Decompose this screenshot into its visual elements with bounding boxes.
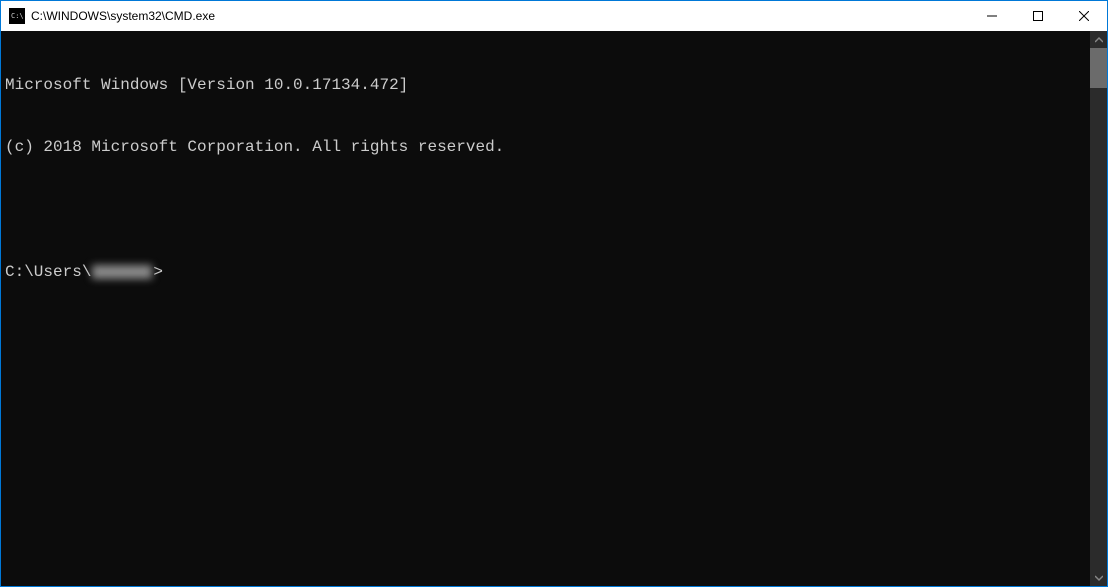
terminal-content[interactable]: Microsoft Windows [Version 10.0.17134.47… [1,31,1090,586]
terminal-empty-line [5,199,1086,220]
maximize-button[interactable] [1015,1,1061,31]
minimize-button[interactable] [969,1,1015,31]
window-controls [969,1,1107,31]
scrollbar-track[interactable] [1090,48,1107,569]
scrollbar-thumb[interactable] [1090,48,1107,88]
prompt-prefix: C:\Users\ [5,262,91,283]
window-title: C:\WINDOWS\system32\CMD.exe [31,9,969,23]
prompt-suffix: > [153,262,163,283]
minimize-icon [987,11,997,21]
titlebar[interactable]: C:\WINDOWS\system32\CMD.exe [1,1,1107,31]
blurred-username [92,265,152,279]
scrollbar-up-button[interactable] [1090,31,1107,48]
close-button[interactable] [1061,1,1107,31]
chevron-up-icon [1095,36,1103,44]
close-icon [1079,11,1089,21]
terminal-prompt-line: C:\Users\ > [5,262,1086,283]
vertical-scrollbar[interactable] [1090,31,1107,586]
terminal-area: Microsoft Windows [Version 10.0.17134.47… [1,31,1107,586]
terminal-output-line: (c) 2018 Microsoft Corporation. All righ… [5,137,1086,158]
maximize-icon [1033,11,1043,21]
cmd-icon [9,8,25,24]
cmd-window: C:\WINDOWS\system32\CMD.exe Mi [1,1,1107,586]
scrollbar-down-button[interactable] [1090,569,1107,586]
terminal-output-line: Microsoft Windows [Version 10.0.17134.47… [5,75,1086,96]
chevron-down-icon [1095,574,1103,582]
